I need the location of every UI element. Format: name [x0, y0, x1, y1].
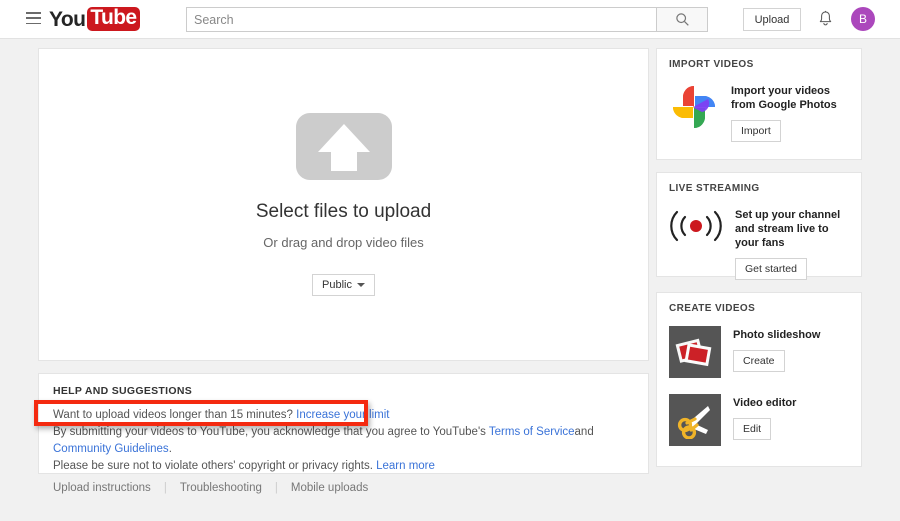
learn-more-link[interactable]: Learn more: [376, 460, 435, 472]
search-icon: [675, 12, 690, 27]
help-terms-text: By submitting your videos to YouTube, yo…: [53, 426, 486, 438]
get-started-button[interactable]: Get started: [735, 258, 807, 280]
help-footer-links: Upload instructions | Troubleshooting | …: [53, 482, 634, 494]
upload-arrow-icon[interactable]: [296, 113, 392, 180]
help-heading: HELP AND SUGGESTIONS: [53, 385, 634, 397]
upload-dropzone-panel[interactable]: Select files to upload Or drag and drop …: [38, 48, 649, 361]
import-videos-text: Import your videos from Google Photos: [731, 84, 849, 112]
hamburger-menu-icon[interactable]: [26, 12, 41, 24]
search-input[interactable]: [186, 7, 656, 32]
video-editor-text: Video editor: [733, 396, 849, 410]
upload-instructions-link[interactable]: Upload instructions: [53, 482, 151, 494]
live-broadcast-icon: [669, 206, 723, 246]
search-button[interactable]: [656, 7, 708, 32]
video-editor-row: Video editor Edit: [669, 394, 849, 446]
youtube-logo[interactable]: You Tube: [49, 7, 140, 31]
troubleshooting-link[interactable]: Troubleshooting: [180, 482, 262, 494]
privacy-dropdown[interactable]: Public: [312, 274, 375, 296]
link-divider: |: [275, 482, 278, 494]
create-slideshow-button[interactable]: Create: [733, 350, 785, 372]
notification-bell-icon[interactable]: [817, 10, 834, 33]
scissors-video-editor-icon: [669, 394, 721, 446]
increase-your-limit-link[interactable]: Increase your limit: [296, 409, 389, 421]
link-divider: |: [164, 482, 167, 494]
edit-video-button[interactable]: Edit: [733, 418, 771, 440]
search-bar: [186, 7, 708, 32]
avatar[interactable]: B: [851, 7, 875, 31]
chevron-down-icon: [357, 283, 365, 287]
help-line-terms: By submitting your videos to YouTube, yo…: [53, 424, 634, 458]
import-videos-heading: IMPORT VIDEOS: [669, 59, 849, 70]
import-videos-card: IMPORT VIDEOS Import your videos from Go…: [656, 48, 862, 160]
help-terms-and: and: [575, 426, 594, 438]
terms-of-service-link[interactable]: Terms of Service: [489, 426, 575, 438]
upload-button[interactable]: Upload: [743, 8, 801, 31]
live-streaming-text: Set up your channel and stream live to y…: [735, 208, 849, 250]
upload-title: Select files to upload: [256, 201, 431, 223]
create-videos-heading: CREATE VIDEOS: [669, 303, 849, 314]
help-terms-period: .: [169, 443, 172, 455]
photo-slideshow-text: Photo slideshow: [733, 328, 849, 342]
import-button[interactable]: Import: [731, 120, 781, 142]
logo-text-tube: Tube: [87, 7, 139, 30]
top-header-bar: You Tube Upload B: [0, 0, 900, 39]
privacy-dropdown-value: Public: [322, 279, 352, 291]
help-line-copyright: Please be sure not to violate others' co…: [53, 458, 634, 475]
upload-subtitle: Or drag and drop video files: [263, 235, 423, 250]
photo-slideshow-icon: [669, 326, 721, 378]
live-streaming-card: LIVE STREAMING Set up your channel and s…: [656, 172, 862, 277]
live-streaming-heading: LIVE STREAMING: [669, 183, 849, 194]
help-line-upload-limit: Want to upload videos longer than 15 min…: [53, 407, 634, 424]
help-limit-text: Want to upload videos longer than 15 min…: [53, 409, 293, 421]
logo-text-you: You: [49, 9, 85, 30]
google-photos-icon: [669, 82, 719, 132]
mobile-uploads-link[interactable]: Mobile uploads: [291, 482, 368, 494]
help-and-suggestions-panel: HELP AND SUGGESTIONS Want to upload vide…: [38, 373, 649, 474]
photo-slideshow-row: Photo slideshow Create: [669, 326, 849, 378]
community-guidelines-link[interactable]: Community Guidelines: [53, 443, 169, 455]
create-videos-card: CREATE VIDEOS Photo slideshow Create: [656, 292, 862, 467]
help-copyright-text: Please be sure not to violate others' co…: [53, 460, 373, 472]
